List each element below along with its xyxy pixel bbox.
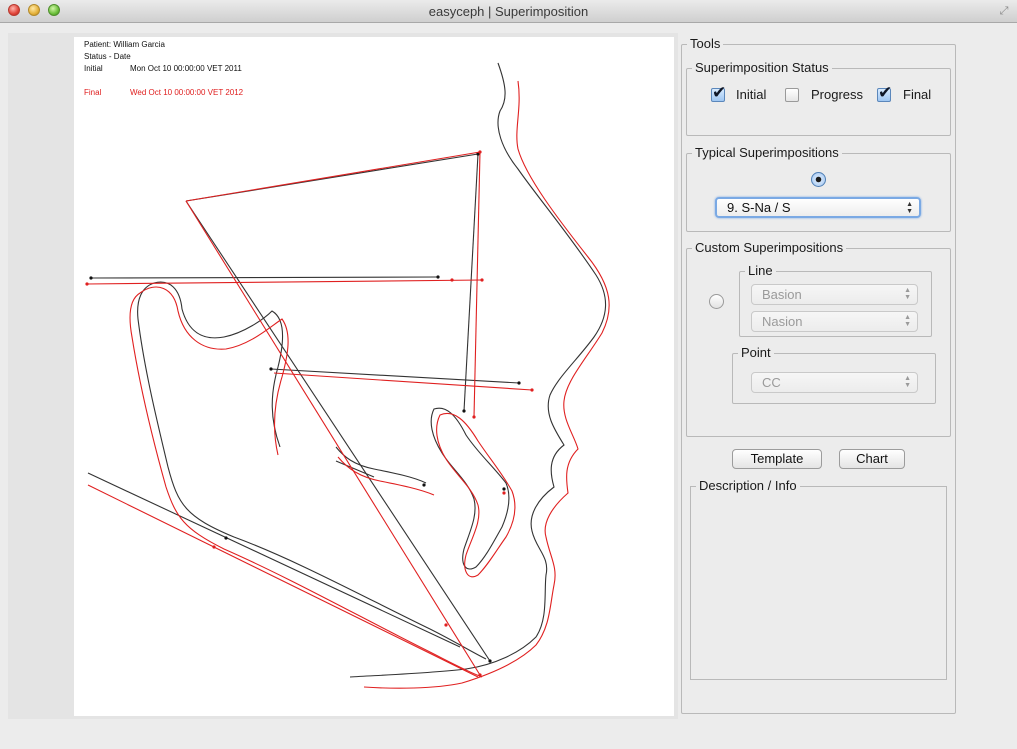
final-mandibular-line <box>87 484 479 678</box>
point-title: Point <box>738 345 774 360</box>
final-landmarks <box>85 150 534 677</box>
final-sn-line <box>185 151 481 202</box>
checkmark-icon: ✔ <box>712 83 727 102</box>
superimposition-status-title: Superimposition Status <box>692 60 832 75</box>
custom-superimposition-radio[interactable] <box>709 294 724 309</box>
initial-molar-line <box>335 460 375 478</box>
superimposition-status-group: Superimposition Status <box>686 60 951 136</box>
custom-superimpositions-title: Custom Superimpositions <box>692 240 847 255</box>
typical-superimposition-value: 9. S-Na / S <box>727 200 791 215</box>
final-checkbox[interactable]: ✔ <box>877 84 892 102</box>
point-value: CC <box>762 375 781 390</box>
line-to-select[interactable]: Nasion ▲ ▼ <box>751 311 918 332</box>
fullscreen-icon[interactable]: ⤢ <box>997 4 1011 18</box>
select-arrows-icon: ▲ ▼ <box>906 201 913 215</box>
initial-checkbox[interactable]: ✔ <box>711 84 726 102</box>
progress-checkbox[interactable] <box>785 88 799 102</box>
tracing-svg <box>85 62 610 689</box>
final-tracing <box>86 80 610 689</box>
initial-checkbox-label[interactable]: Initial <box>736 87 766 102</box>
template-button[interactable]: Template <box>732 449 822 469</box>
chart-button[interactable]: Chart <box>839 449 905 469</box>
final-soft-tissue-profile <box>363 80 610 689</box>
typical-superimpositions-title: Typical Superimpositions <box>692 145 842 160</box>
window-title: easyceph | Superimposition <box>428 4 589 19</box>
final-n-me-line <box>473 151 481 418</box>
final-upper-incisor <box>436 413 516 578</box>
initial-tracing <box>87 62 607 678</box>
typical-superimpositions-group: Typical Superimpositions <box>686 145 951 232</box>
select-arrows-icon: ▲ ▼ <box>904 287 911 301</box>
description-info-box[interactable]: Description / Info <box>690 478 947 680</box>
final-mandible <box>129 292 483 678</box>
progress-checkbox-label[interactable]: Progress <box>811 87 863 102</box>
typical-superimposition-select[interactable]: 9. S-Na / S ▲ ▼ <box>715 197 921 218</box>
line-title: Line <box>745 263 776 278</box>
final-checkbox-label[interactable]: Final <box>903 87 931 102</box>
tools-title: Tools <box>687 36 724 51</box>
initial-fh-line <box>90 276 439 279</box>
final-occlusal-curve <box>337 456 435 496</box>
initial-n-me-line <box>463 153 479 412</box>
final-fh-line <box>86 279 483 285</box>
initial-s-gn-line <box>185 200 491 662</box>
line-from-select[interactable]: Basion ▲ ▼ <box>751 284 918 305</box>
initial-mandible <box>137 282 487 660</box>
cephalometric-tracing-canvas[interactable]: Patient: William Garcia Status - Date In… <box>74 37 674 716</box>
select-arrows-icon: ▲ ▼ <box>904 375 911 389</box>
select-arrows-icon: ▲ ▼ <box>904 314 911 328</box>
point-select[interactable]: CC ▲ ▼ <box>751 372 918 393</box>
typical-superimposition-radio[interactable] <box>811 172 826 187</box>
description-info-title: Description / Info <box>696 478 800 493</box>
title-bar: easyceph | Superimposition ⤢ <box>0 0 1017 23</box>
initial-mandibular-line <box>87 472 461 648</box>
checkmark-icon: ✔ <box>878 83 893 102</box>
line-to-value: Nasion <box>762 314 803 329</box>
initial-sigmoid-notch <box>153 281 284 448</box>
line-from-value: Basion <box>762 287 802 302</box>
final-sigmoid-notch <box>139 286 289 456</box>
final-s-gn-line <box>185 200 481 676</box>
